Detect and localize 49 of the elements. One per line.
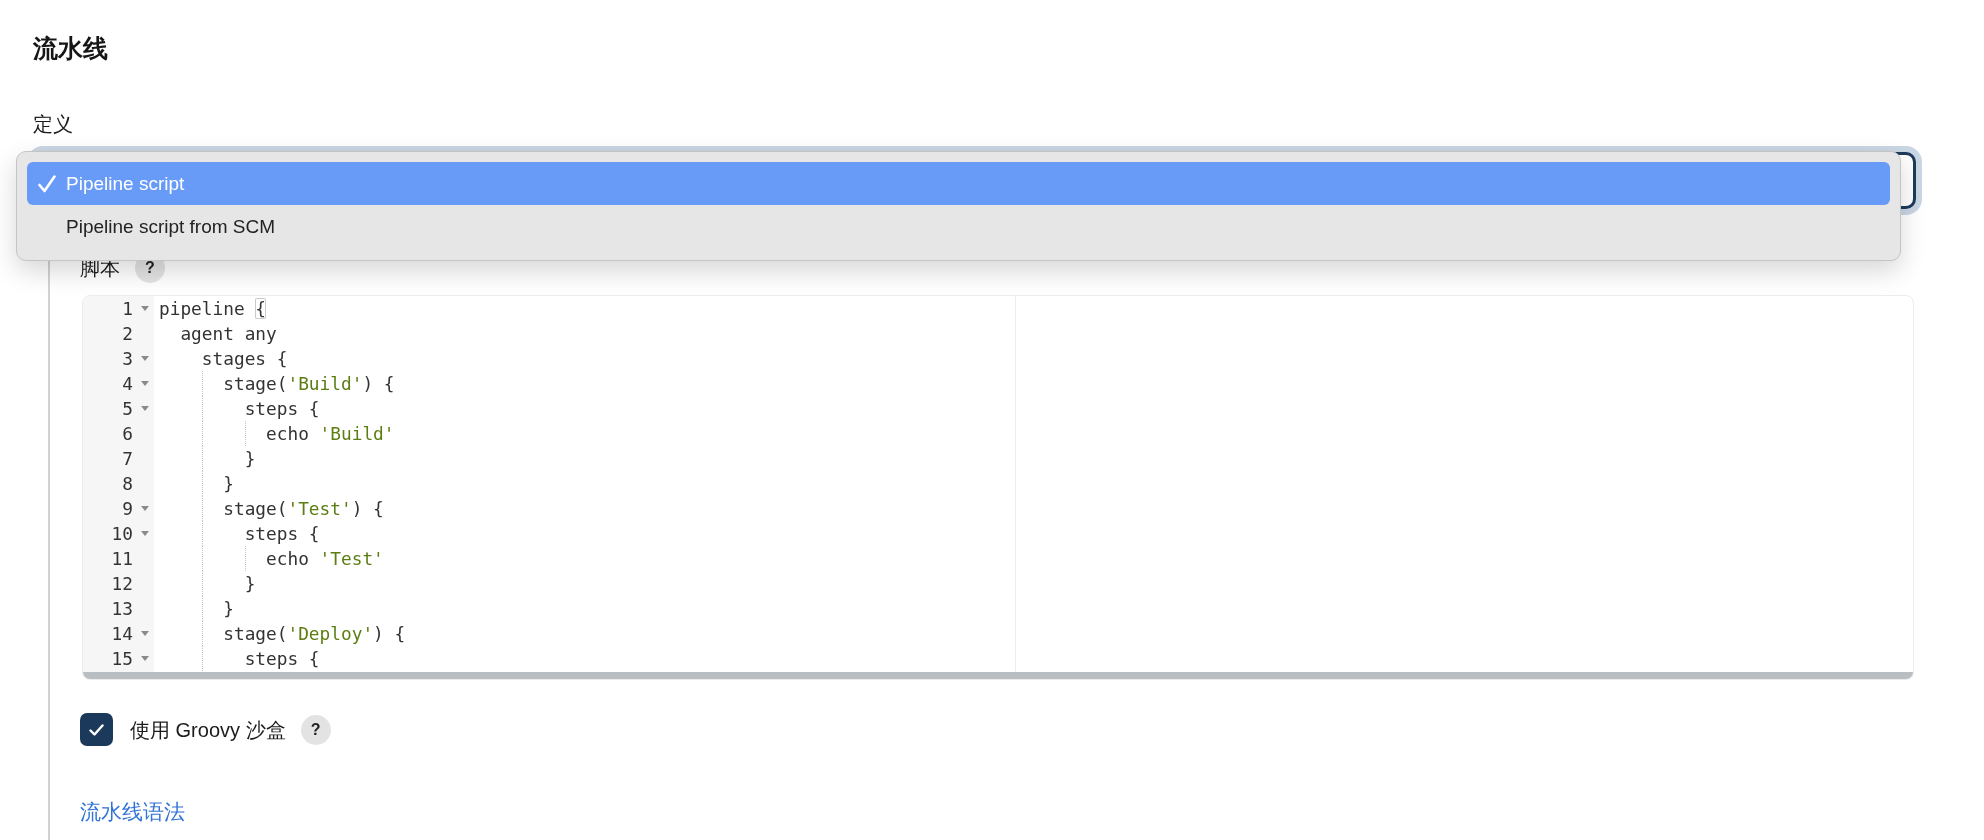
- code-line: steps {: [244, 647, 320, 670]
- field-label: 定义: [33, 112, 73, 137]
- checkbox-label: 使用 Groovy 沙盒: [130, 717, 286, 743]
- code-line: pipeline {: [159, 297, 267, 320]
- checkbox[interactable]: [80, 713, 113, 746]
- code-line: }: [244, 447, 256, 470]
- code-line: steps {: [244, 522, 320, 545]
- line-number: 6: [122, 422, 133, 445]
- line-number: 11: [111, 547, 133, 570]
- checkmark-icon: [38, 174, 56, 193]
- line-number: 10: [111, 522, 133, 545]
- code-editor[interactable]: 1 2 3 4 5 6 7 8 9 10 11 12 13 14 15 pipeline { agent any stages { stage('Build') { steps { echo 'Build' } } stage('Test') { steps { echo 'Test' } } stage('Deploy') { steps {: [82, 295, 1914, 680]
- code-line: stages {: [201, 347, 288, 370]
- help-button[interactable]: ?: [300, 714, 331, 745]
- line-number: 3: [122, 347, 133, 370]
- code-line: }: [244, 572, 256, 595]
- line-number: 9: [122, 497, 133, 520]
- line-number: 15: [111, 647, 133, 670]
- pipeline-syntax-link[interactable]: 流水线语法: [80, 801, 185, 823]
- caret-down-icon[interactable]: [141, 356, 149, 361]
- caret-down-icon[interactable]: [141, 381, 149, 386]
- code-line: }: [223, 597, 234, 620]
- line-number: 14: [111, 622, 133, 645]
- code-line: echo 'Test': [266, 547, 384, 570]
- line-number: 12: [111, 572, 133, 595]
- caret-down-icon[interactable]: [141, 406, 149, 411]
- caret-down-icon[interactable]: [141, 531, 149, 536]
- caret-down-icon[interactable]: [141, 506, 149, 511]
- code-line: stage('Test') {: [223, 497, 384, 520]
- checkmark-icon: [89, 723, 104, 736]
- line-number: 7: [122, 447, 133, 470]
- line-number: 2: [122, 322, 133, 345]
- line-number: 8: [122, 472, 133, 495]
- caret-down-icon[interactable]: [141, 631, 149, 636]
- code-line: steps {: [244, 397, 320, 420]
- code-line: stage('Build') {: [223, 372, 395, 395]
- line-number: 13: [111, 597, 133, 620]
- caret-down-icon[interactable]: [141, 656, 149, 661]
- code-line: }: [223, 472, 234, 495]
- line-number: 1: [122, 297, 133, 320]
- code-line: echo 'Build': [266, 422, 395, 445]
- caret-down-icon[interactable]: [141, 306, 149, 311]
- section-heading: 流水线: [33, 33, 108, 63]
- horizontal-scrollbar[interactable]: [83, 672, 1913, 679]
- code-line: stage('Deploy') {: [223, 622, 406, 645]
- line-number: 5: [122, 397, 133, 420]
- code-line: agent any: [180, 322, 277, 345]
- menu-option[interactable]: Pipeline script from SCM: [27, 205, 1890, 248]
- line-number: 4: [122, 372, 133, 395]
